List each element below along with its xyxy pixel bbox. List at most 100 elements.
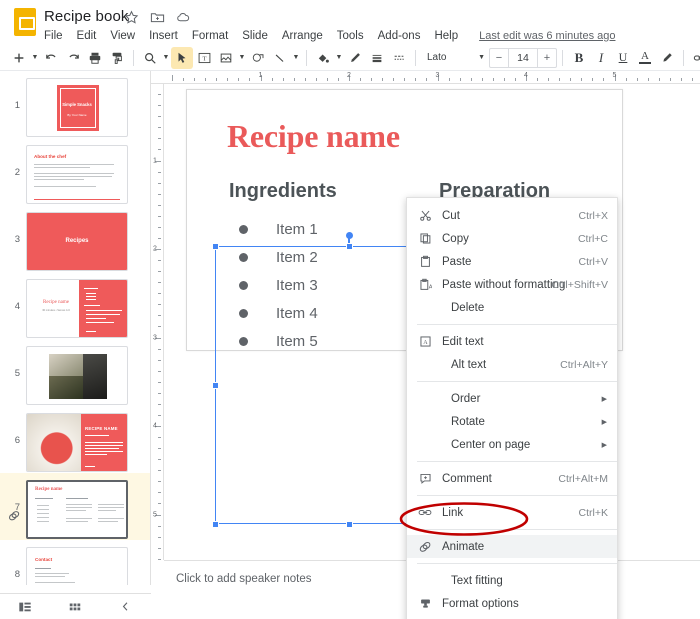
- undo-icon[interactable]: [40, 47, 62, 69]
- menu-item-rotate[interactable]: Rotate ▶: [407, 410, 617, 433]
- grid-view-icon[interactable]: [50, 600, 100, 614]
- cloud-status-icon[interactable]: [176, 10, 192, 26]
- line-dropdown-icon[interactable]: ▼: [291, 47, 301, 69]
- menu-item-alt-text[interactable]: Alt text Ctrl+Alt+Y: [407, 353, 617, 376]
- menu-format[interactable]: Format: [185, 28, 235, 44]
- menu-item-paste-without-formatting[interactable]: A Paste without formatting Ctrl+Shift+V: [407, 273, 617, 296]
- collapse-icon[interactable]: [101, 600, 151, 613]
- rotation-handle[interactable]: [345, 232, 353, 239]
- list-item[interactable]: Item 1: [239, 215, 318, 243]
- ruler-tick: [548, 78, 550, 81]
- filmstrip-slide-1[interactable]: 1 Simple Snacks By Your Name: [0, 71, 150, 138]
- line-weight-icon[interactable]: [366, 47, 388, 69]
- slide-thumbnail[interactable]: Recipe name 30 minutes • Serves 4-6: [26, 279, 128, 338]
- filmstrip-slide-5[interactable]: 5: [0, 339, 150, 406]
- zoom-icon[interactable]: [139, 47, 161, 69]
- ruler-tick: [158, 304, 161, 306]
- bold-button[interactable]: B: [568, 47, 590, 69]
- menu-addons[interactable]: Add-ons: [371, 28, 428, 44]
- filmstrip-slide-3[interactable]: 3 Recipes: [0, 205, 150, 272]
- underline-button[interactable]: U: [612, 47, 634, 69]
- slide-thumbnail[interactable]: RECIPE NAME: [26, 413, 128, 472]
- menu-view[interactable]: View: [103, 28, 142, 44]
- new-slide-dropdown-icon[interactable]: ▼: [30, 47, 40, 69]
- fill-color-icon[interactable]: [312, 47, 334, 69]
- ingredients-heading[interactable]: Ingredients: [229, 180, 337, 203]
- paint-format-icon[interactable]: [106, 47, 128, 69]
- menu-item-link[interactable]: Link Ctrl+K: [407, 501, 617, 524]
- font-size-stepper[interactable]: − 14 +: [489, 47, 557, 68]
- slide-thumbnail[interactable]: Recipe name: [26, 480, 128, 539]
- selection-handle-w[interactable]: [211, 381, 219, 389]
- selection-handle-s[interactable]: [345, 520, 353, 528]
- font-family-dropdown-icon[interactable]: ▼: [478, 54, 489, 61]
- italic-button[interactable]: I: [590, 47, 612, 69]
- image-dropdown-icon[interactable]: ▼: [237, 47, 247, 69]
- filmstrip-view-icon[interactable]: [0, 600, 50, 614]
- zoom-dropdown-icon[interactable]: ▼: [161, 47, 171, 69]
- menu-tools[interactable]: Tools: [330, 28, 371, 44]
- slide-filmstrip[interactable]: 1 Simple Snacks By Your Name 2 About the…: [0, 71, 151, 585]
- menu-help[interactable]: Help: [427, 28, 465, 44]
- shape-icon[interactable]: [247, 47, 269, 69]
- text-box-icon[interactable]: T: [193, 47, 215, 69]
- font-size-input[interactable]: 14: [508, 48, 538, 67]
- menu-file[interactable]: File: [44, 28, 70, 44]
- line-dash-icon[interactable]: [388, 47, 410, 69]
- increase-font-size-button[interactable]: +: [538, 52, 556, 64]
- selection-handle-sw[interactable]: [211, 520, 219, 528]
- slide-thumbnail[interactable]: Simple Snacks By Your Name: [26, 78, 128, 137]
- menu-item-format-options[interactable]: Format options: [407, 592, 617, 615]
- filmstrip-slide-8[interactable]: 8 Contact: [0, 540, 150, 585]
- selection-handle-n[interactable]: [345, 242, 353, 250]
- menu-item-order[interactable]: Order ▶: [407, 387, 617, 410]
- selection-handle-nw[interactable]: [211, 242, 219, 250]
- link-icon[interactable]: [689, 47, 700, 69]
- menu-arrange[interactable]: Arrange: [275, 28, 330, 44]
- menu-item-comment[interactable]: Comment Ctrl+Alt+M: [407, 467, 617, 490]
- slide-title[interactable]: Recipe name: [227, 118, 400, 155]
- select-cursor-icon[interactable]: [171, 46, 193, 69]
- menu-bar: File Edit View Insert Format Slide Arran…: [44, 28, 615, 44]
- new-slide-icon[interactable]: [8, 47, 30, 69]
- redo-icon[interactable]: [62, 47, 84, 69]
- print-icon[interactable]: [84, 47, 106, 69]
- menu-item-cut[interactable]: Cut Ctrl+X: [407, 204, 617, 227]
- speaker-notes-placeholder: Click to add speaker notes: [176, 573, 312, 585]
- vertical-ruler[interactable]: 1 2 3 4 5: [151, 84, 164, 560]
- filmstrip-slide-7[interactable]: 7 Recipe name: [0, 473, 150, 540]
- line-icon[interactable]: [269, 47, 291, 69]
- menu-item-animate[interactable]: Animate: [407, 535, 617, 558]
- menu-item-delete[interactable]: Delete: [407, 296, 617, 319]
- star-icon[interactable]: [124, 10, 140, 26]
- menu-item-edit-text[interactable]: A Edit text: [407, 330, 617, 353]
- horizontal-ruler[interactable]: 123456: [151, 71, 700, 84]
- slide-thumbnail[interactable]: Recipes: [26, 212, 128, 271]
- font-family-selector[interactable]: Lato ▼: [421, 48, 489, 68]
- menu-edit[interactable]: Edit: [70, 28, 104, 44]
- context-menu[interactable]: Cut Ctrl+X Copy Ctrl+C Paste Ctrl+V A Pa…: [406, 197, 618, 619]
- filmstrip-slide-2[interactable]: 2 About the chef: [0, 138, 150, 205]
- ruler-label: 1: [258, 72, 263, 79]
- menu-slide[interactable]: Slide: [235, 28, 275, 44]
- slide-thumbnail[interactable]: Contact: [26, 547, 128, 585]
- menu-item-copy[interactable]: Copy Ctrl+C: [407, 227, 617, 250]
- move-to-folder-icon[interactable]: [150, 10, 166, 26]
- menu-item-text-fitting[interactable]: Text fitting: [407, 569, 617, 592]
- text-color-button[interactable]: A: [634, 47, 656, 69]
- document-title[interactable]: Recipe book: [44, 8, 129, 25]
- bullet-dot-icon: [239, 224, 248, 234]
- highlight-icon[interactable]: [656, 47, 678, 69]
- filmstrip-slide-4[interactable]: 4 Recipe name 30 minutes • Serves 4-6: [0, 272, 150, 339]
- decrease-font-size-button[interactable]: −: [490, 52, 508, 64]
- line-color-icon[interactable]: [344, 47, 366, 69]
- slide-thumbnail[interactable]: [26, 346, 128, 405]
- filmstrip-slide-6[interactable]: 6 RECIPE NAME: [0, 406, 150, 473]
- fill-color-dropdown-icon[interactable]: ▼: [334, 47, 344, 69]
- menu-insert[interactable]: Insert: [142, 28, 185, 44]
- last-edit-status[interactable]: Last edit was 6 minutes ago: [479, 30, 615, 42]
- slide-thumbnail[interactable]: About the chef: [26, 145, 128, 204]
- menu-item-center-on-page[interactable]: Center on page ▶: [407, 433, 617, 456]
- menu-item-paste[interactable]: Paste Ctrl+V: [407, 250, 617, 273]
- insert-image-icon[interactable]: [215, 47, 237, 69]
